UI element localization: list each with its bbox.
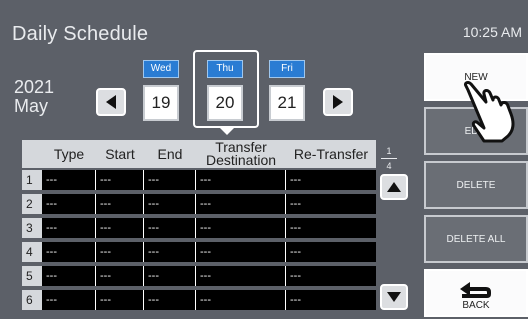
schedule-table: Type Start End Transfer Destination Re-T… bbox=[22, 140, 376, 312]
day-wed-button[interactable]: 19 bbox=[143, 85, 179, 121]
triangle-left-icon bbox=[106, 95, 116, 109]
table-cell[interactable]: --- bbox=[42, 218, 96, 238]
scroll-down-button[interactable] bbox=[380, 284, 408, 310]
table-cell[interactable]: --- bbox=[196, 242, 286, 262]
back-label: BACK bbox=[462, 299, 490, 311]
table-cell[interactable]: --- bbox=[42, 266, 96, 286]
table-cell[interactable]: --- bbox=[196, 290, 286, 310]
selected-day-frame bbox=[193, 50, 259, 128]
table-cell[interactable]: --- bbox=[42, 290, 96, 310]
table-cell[interactable]: --- bbox=[286, 218, 376, 238]
table-cell[interactable]: --- bbox=[42, 194, 96, 214]
delete-all-label: DELETE ALL bbox=[446, 233, 506, 245]
table-cell[interactable]: --- bbox=[144, 242, 196, 262]
day-tag-fri: Fri bbox=[269, 60, 305, 78]
triangle-up-icon bbox=[387, 182, 401, 192]
column-header-transfer-destination: Transfer Destination bbox=[196, 140, 286, 168]
table-cell[interactable]: --- bbox=[96, 194, 144, 214]
year-month: 2021 May bbox=[14, 78, 54, 116]
return-arrow-icon bbox=[460, 281, 491, 298]
table-cell[interactable]: --- bbox=[96, 242, 144, 262]
table-cell[interactable]: --- bbox=[286, 194, 376, 214]
column-header-end: End bbox=[144, 140, 196, 168]
triangle-right-icon bbox=[333, 95, 343, 109]
scroll-up-button[interactable] bbox=[380, 174, 408, 200]
row-number: 1 bbox=[22, 170, 42, 190]
table-cell[interactable]: --- bbox=[286, 290, 376, 310]
page-title: Daily Schedule bbox=[12, 23, 149, 45]
prev-day-button[interactable] bbox=[96, 88, 126, 116]
table-cell[interactable]: --- bbox=[144, 194, 196, 214]
day-fri-button[interactable]: 21 bbox=[269, 85, 305, 121]
triangle-down-icon bbox=[387, 292, 401, 302]
delete-button[interactable]: DELETE bbox=[424, 161, 528, 209]
table-cell[interactable]: --- bbox=[96, 170, 144, 190]
page-current: 1 bbox=[386, 146, 392, 156]
row-number: 4 bbox=[22, 242, 42, 262]
page-indicator: 1 4 bbox=[381, 146, 397, 171]
table-cell[interactable]: --- bbox=[42, 242, 96, 262]
table-cell[interactable]: --- bbox=[96, 218, 144, 238]
table-cell[interactable]: --- bbox=[286, 242, 376, 262]
month-label: May bbox=[14, 96, 49, 116]
table-cell[interactable]: --- bbox=[96, 266, 144, 286]
column-header-re-transfer: Re-Transfer bbox=[286, 140, 376, 168]
day-tag-wed: Wed bbox=[143, 60, 179, 78]
row-number: 3 bbox=[22, 218, 42, 238]
table-cell[interactable]: --- bbox=[196, 170, 286, 190]
row-number: 6 bbox=[22, 290, 42, 310]
row-number: 5 bbox=[22, 266, 42, 286]
clock: 10:25 AM bbox=[462, 24, 522, 40]
table-cell[interactable]: --- bbox=[196, 218, 286, 238]
page-total: 4 bbox=[386, 161, 392, 171]
table-cell[interactable]: --- bbox=[196, 266, 286, 286]
table-cell[interactable]: --- bbox=[286, 266, 376, 286]
table-cell[interactable]: --- bbox=[144, 266, 196, 286]
table-cell[interactable]: --- bbox=[144, 218, 196, 238]
row-number: 2 bbox=[22, 194, 42, 214]
table-cell[interactable]: --- bbox=[286, 170, 376, 190]
pointing-hand-icon bbox=[464, 81, 515, 143]
delete-all-button[interactable]: DELETE ALL bbox=[424, 215, 528, 263]
table-cell[interactable]: --- bbox=[96, 290, 144, 310]
table-cell[interactable]: --- bbox=[42, 170, 96, 190]
back-button[interactable]: BACK bbox=[424, 269, 528, 317]
table-cell[interactable]: --- bbox=[196, 194, 286, 214]
delete-label: DELETE bbox=[456, 179, 496, 191]
column-header-start: Start bbox=[96, 140, 144, 168]
table-cell[interactable]: --- bbox=[144, 290, 196, 310]
column-header-type: Type bbox=[42, 140, 96, 168]
year-label: 2021 bbox=[14, 77, 55, 97]
table-cell[interactable]: --- bbox=[144, 170, 196, 190]
next-day-button[interactable] bbox=[323, 88, 353, 116]
selected-day-pointer bbox=[219, 127, 235, 135]
header-corner bbox=[22, 140, 42, 168]
